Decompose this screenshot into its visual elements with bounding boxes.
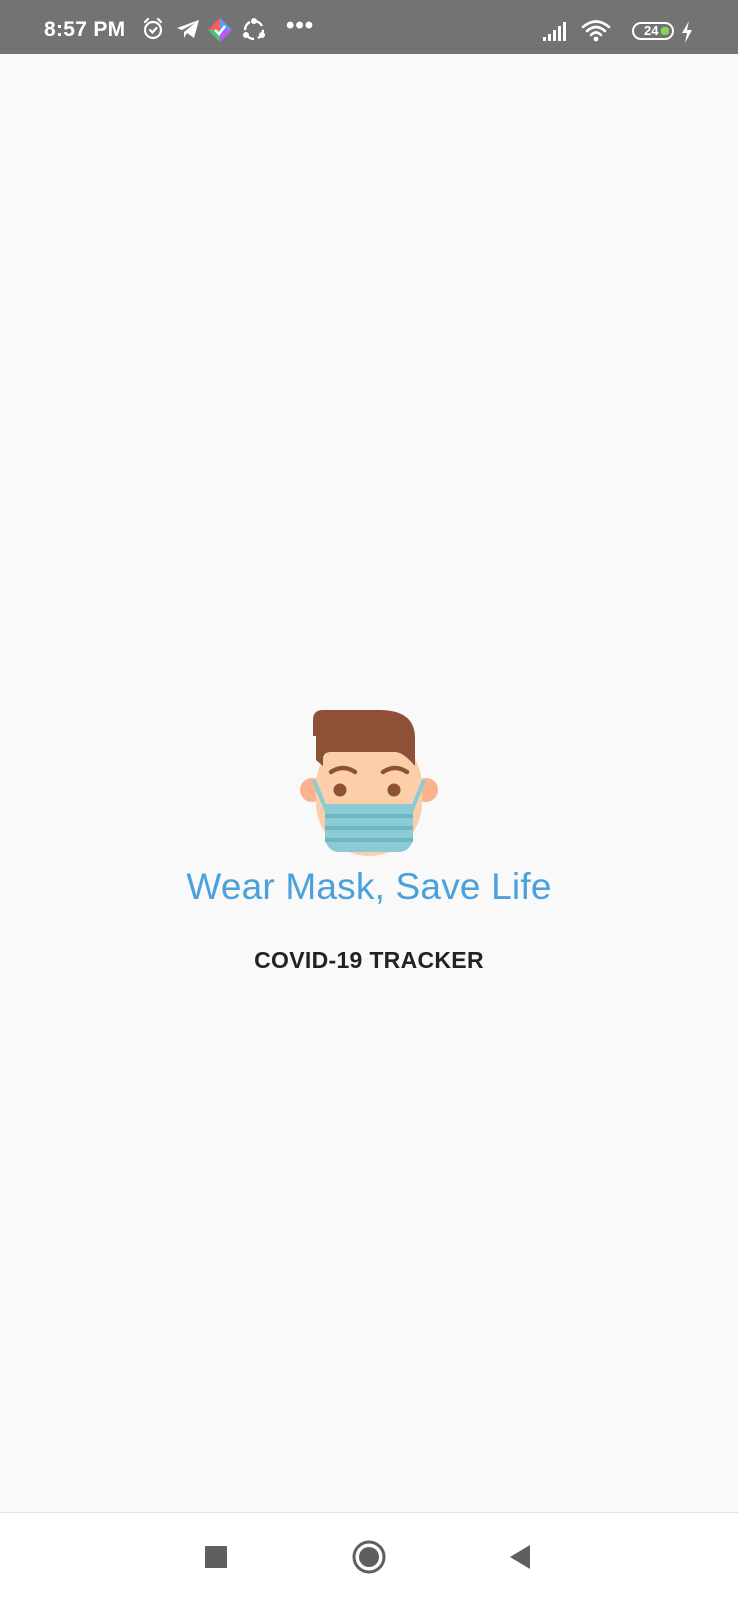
masked-face-icon xyxy=(300,710,438,856)
charging-icon xyxy=(682,21,692,43)
battery-icon: 24 xyxy=(632,22,674,40)
share-icon xyxy=(243,18,265,41)
recents-square-icon[interactable] xyxy=(196,1537,236,1577)
splash-slogan: Wear Mask, Save Life xyxy=(186,866,552,907)
navigation-bar xyxy=(0,1512,738,1600)
status-bar: 8:57 PM ••• 24 xyxy=(0,0,738,54)
alarm-icon xyxy=(143,17,163,40)
signal-icon xyxy=(543,22,566,41)
back-triangle-icon[interactable] xyxy=(500,1537,540,1577)
status-time: 8:57 PM xyxy=(44,18,126,41)
telegram-icon xyxy=(177,20,199,38)
home-circle-icon[interactable] xyxy=(349,1537,389,1577)
splash-screen: Wear Mask, Save Life COVID-19 TRACKER xyxy=(0,54,738,1512)
app-name: COVID-19 TRACKER xyxy=(254,947,484,973)
wifi-icon xyxy=(581,20,611,42)
more-dots-icon: ••• xyxy=(286,12,315,39)
app-notification-icon xyxy=(208,18,232,42)
battery-level: 24 xyxy=(644,23,659,38)
